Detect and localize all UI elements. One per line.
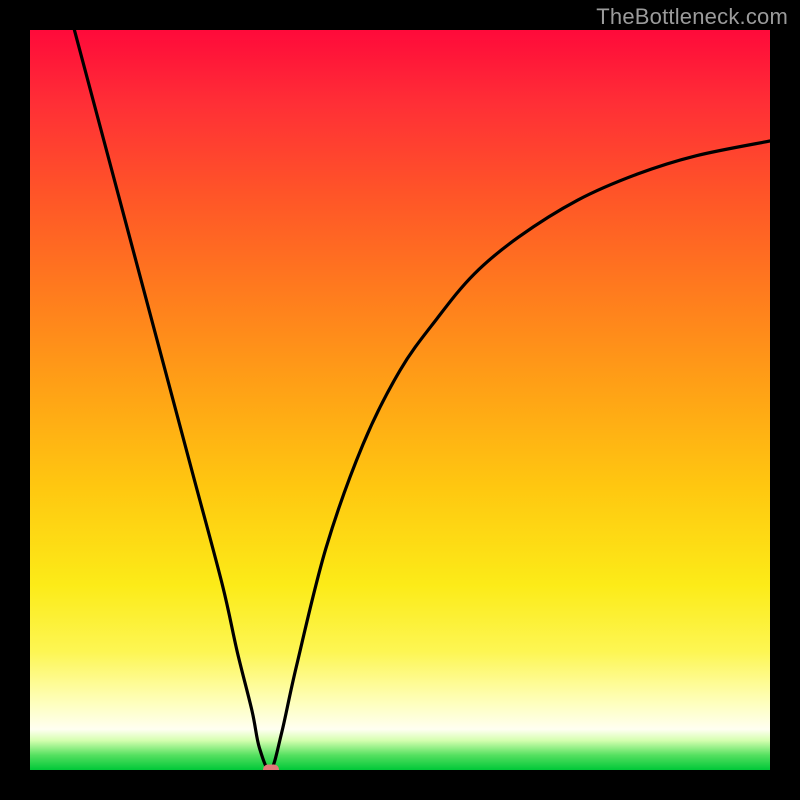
plot-area (30, 30, 770, 770)
chart-frame: TheBottleneck.com (0, 0, 800, 800)
minimum-marker (263, 765, 279, 771)
gradient-background (30, 30, 770, 770)
watermark-text: TheBottleneck.com (596, 4, 788, 30)
